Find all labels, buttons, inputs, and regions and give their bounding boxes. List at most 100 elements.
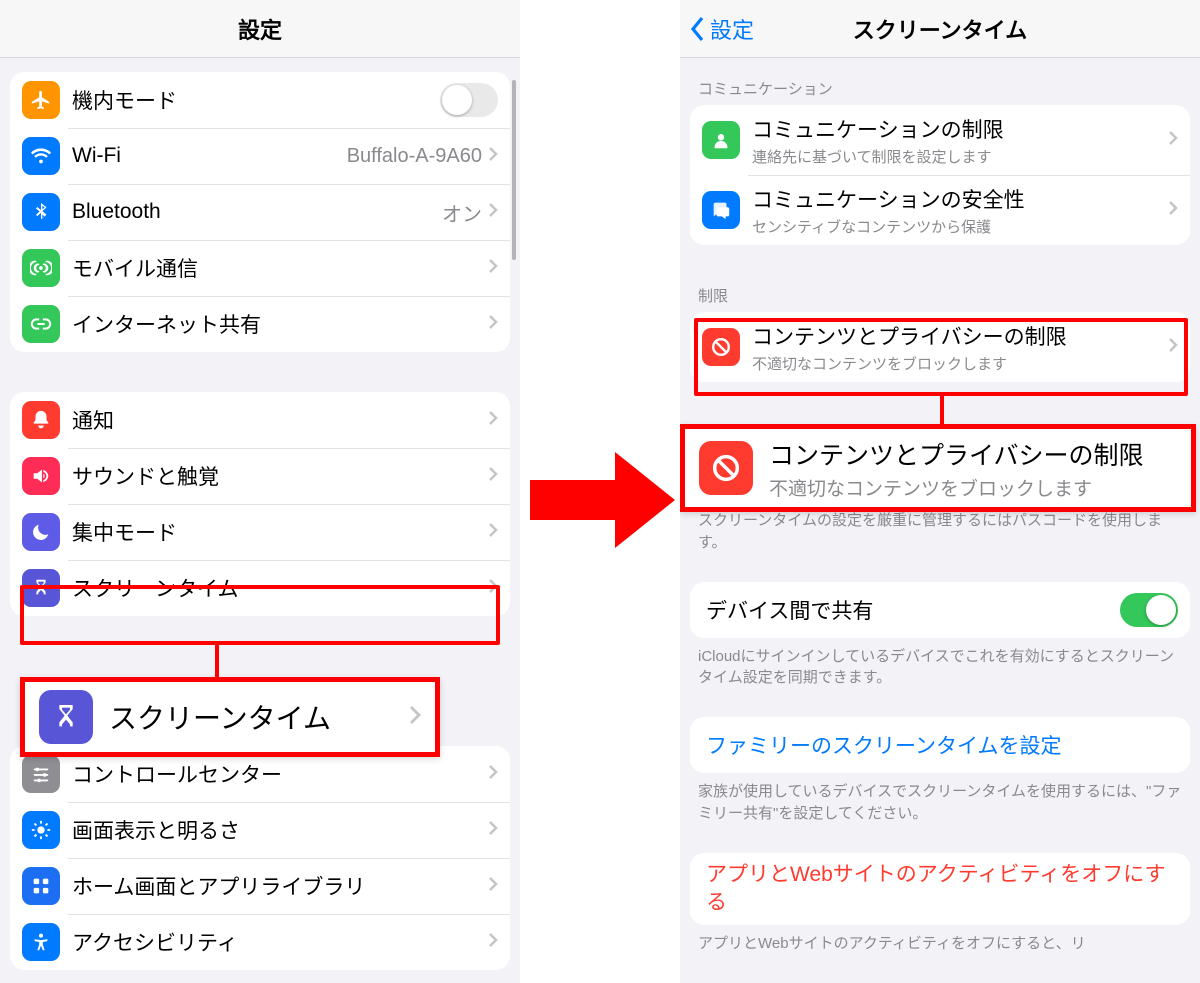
row-comm-safety[interactable]: コミュニケーションの安全性 センシティブなコンテンツから保護: [690, 175, 1190, 245]
row-label: モバイル通信: [72, 253, 488, 283]
chevron-right-icon: [1168, 337, 1178, 358]
nav-title: スクリーンタイム: [680, 13, 1200, 45]
speaker-icon: [22, 457, 60, 495]
row-label: コントロールセンター: [72, 759, 488, 789]
sliders-icon: [22, 755, 60, 793]
row-label: コミュニケーションの安全性: [752, 184, 1168, 214]
group-off: アプリとWebサイトのアクティビティをオフにする: [690, 853, 1190, 926]
hourglass-icon: [39, 690, 93, 744]
row-airplane[interactable]: 機内モード: [10, 72, 510, 128]
off-note: アプリとWebサイトのアクティビティをオフにすると、リ: [698, 933, 1182, 955]
screentime-screen: 設定 スクリーンタイム コミュニケーション コミュニケーションの制限 連絡先に基…: [680, 0, 1200, 983]
scrollbar-indicator[interactable]: [512, 80, 516, 260]
section-header-limit: 制限: [698, 285, 1182, 306]
row-sublabel: 不適切なコンテンツをブロックします: [752, 353, 1168, 374]
chevron-right-icon: [488, 764, 498, 785]
antenna-icon: [22, 249, 60, 287]
row-label: デバイス間で共有: [706, 595, 1120, 625]
row-label: ホーム画面とアプリライブラリ: [72, 871, 488, 901]
chevron-right-icon: [488, 258, 498, 279]
contact-icon: [702, 121, 740, 159]
chevron-right-icon: [488, 522, 498, 543]
row-label: アクセシビリティ: [72, 927, 488, 957]
callout-screentime: スクリーンタイム: [20, 677, 440, 757]
row-label: 機内モード: [72, 85, 440, 115]
row-accessibility[interactable]: アクセシビリティ: [10, 914, 510, 970]
row-sublabel: センシティブなコンテンツから保護: [752, 216, 1168, 237]
highlight-connector: [940, 396, 944, 424]
link-icon: [22, 305, 60, 343]
row-wifi[interactable]: Wi-Fi Buffalo-A-9A60: [10, 128, 510, 184]
wifi-icon: [22, 137, 60, 175]
row-value: Buffalo-A-9A60: [347, 145, 482, 168]
row-label: コミュニケーションの制限: [752, 114, 1168, 144]
chevron-right-icon: [488, 466, 498, 487]
passcode-note: スクリーンタイムの設定を厳重に管理するにはパスコードを使用します。: [698, 510, 1182, 554]
row-sounds[interactable]: サウンドと触覚: [10, 448, 510, 504]
hourglass-icon: [22, 569, 60, 607]
chevron-right-icon: [488, 876, 498, 897]
row-content-privacy[interactable]: コンテンツとプライバシーの制限 不適切なコンテンツをブロックします: [690, 312, 1190, 382]
no-icon: [702, 328, 740, 366]
no-icon: [699, 441, 753, 495]
row-label: インターネット共有: [72, 309, 488, 339]
row-share-devices[interactable]: デバイス間で共有: [690, 582, 1190, 638]
row-label: 画面表示と明るさ: [72, 815, 488, 845]
back-label: 設定: [710, 13, 754, 45]
airplane-icon: [22, 81, 60, 119]
chevron-right-icon: [488, 314, 498, 335]
airplane-toggle[interactable]: [440, 83, 498, 117]
moon-icon: [22, 513, 60, 551]
callout-content-privacy: コンテンツとプライバシーの制限 不適切なコンテンツをブロックします: [680, 424, 1196, 512]
row-label: スクリーンタイム: [72, 573, 488, 603]
grid-icon: [22, 867, 60, 905]
settings-group-notifications: 通知 サウンドと触覚 集中モード スクリーンタイム: [10, 392, 510, 616]
chevron-right-icon: [488, 410, 498, 431]
bell-icon: [22, 401, 60, 439]
chevron-right-icon: [409, 705, 421, 730]
chevron-right-icon: [488, 932, 498, 953]
highlight-connector: [215, 645, 219, 677]
callout-label: スクリーンタイム: [109, 697, 409, 737]
chevron-right-icon: [1168, 200, 1178, 221]
row-screentime[interactable]: スクリーンタイム: [10, 560, 510, 616]
row-focus[interactable]: 集中モード: [10, 504, 510, 560]
bluetooth-icon: [22, 193, 60, 231]
row-notifications[interactable]: 通知: [10, 392, 510, 448]
row-homescreen[interactable]: ホーム画面とアプリライブラリ: [10, 858, 510, 914]
arrow-right-icon: [525, 440, 680, 565]
family-note: 家族が使用しているデバイスでスクリーンタイムを使用するには、"ファミリー共有"を…: [698, 781, 1182, 825]
back-button[interactable]: 設定: [680, 13, 754, 45]
chevron-right-icon: [488, 578, 498, 599]
chat-icon: [702, 191, 740, 229]
row-comm-limit[interactable]: コミュニケーションの制限 連絡先に基づいて制限を設定します: [690, 105, 1190, 175]
settings-group-network: 機内モード Wi-Fi Buffalo-A-9A60 Bluetooth オン …: [10, 72, 510, 352]
chevron-right-icon: [488, 202, 498, 223]
row-label: 集中モード: [72, 517, 488, 547]
row-off-link[interactable]: アプリとWebサイトのアクティビティをオフにする: [690, 853, 1190, 926]
callout-sublabel: 不適切なコンテンツをブロックします: [769, 474, 1177, 501]
share-toggle[interactable]: [1120, 593, 1178, 627]
settings-group-general: コントロールセンター 画面表示と明るさ ホーム画面とアプリライブラリ アクセシビ…: [10, 746, 510, 970]
nav-bar: 設定: [0, 0, 520, 58]
row-value: オン: [442, 198, 482, 227]
row-family-link[interactable]: ファミリーのスクリーンタイムを設定: [690, 717, 1190, 773]
row-sublabel: 連絡先に基づいて制限を設定します: [752, 146, 1168, 167]
row-label: アプリとWebサイトのアクティビティをオフにする: [706, 861, 1178, 918]
settings-screen: 設定 機内モード Wi-Fi Buffalo-A-9A60 Bluetooth …: [0, 0, 520, 983]
accessibility-icon: [22, 923, 60, 961]
row-label: サウンドと触覚: [72, 461, 488, 491]
row-mobile[interactable]: モバイル通信: [10, 240, 510, 296]
row-label: コンテンツとプライバシーの制限: [752, 321, 1168, 351]
nav-title: 設定: [0, 13, 520, 45]
row-hotspot[interactable]: インターネット共有: [10, 296, 510, 352]
share-note: iCloudにサインインしているデバイスでこれを有効にするとスクリーンタイム設定…: [698, 646, 1182, 690]
row-label: Wi-Fi: [72, 144, 347, 168]
row-label: 通知: [72, 405, 488, 435]
group-communication: コミュニケーションの制限 連絡先に基づいて制限を設定します コミュニケーションの…: [690, 105, 1190, 245]
row-display[interactable]: 画面表示と明るさ: [10, 802, 510, 858]
callout-label: コンテンツとプライバシーの制限: [769, 436, 1177, 472]
row-bluetooth[interactable]: Bluetooth オン: [10, 184, 510, 240]
group-limit: コンテンツとプライバシーの制限 不適切なコンテンツをブロックします: [690, 312, 1190, 382]
row-label: Bluetooth: [72, 200, 442, 224]
